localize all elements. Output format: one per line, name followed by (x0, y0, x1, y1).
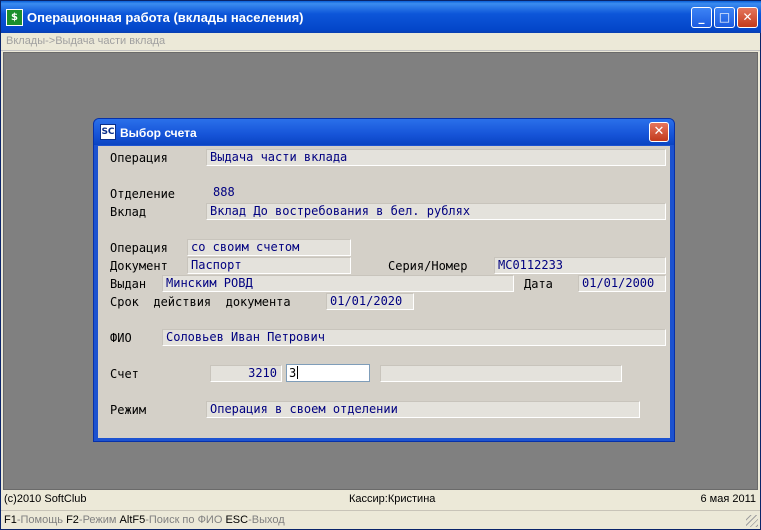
close-button[interactable]: ✕ (737, 7, 758, 28)
document-field: Паспорт (187, 257, 351, 274)
fio-label: ФИО (110, 331, 132, 345)
dialog-body: Операция Выдача части вклада Отделение 8… (98, 146, 670, 438)
account-prefix: 3210 (210, 365, 282, 382)
breadcrumb-bar: Вклады->Выдача части вклада (1, 33, 760, 51)
date-field: 01/01/2000 (578, 275, 666, 292)
hotkey-f1-desc: -Помощь (16, 514, 63, 526)
breadcrumb: Вклады->Выдача части вклада (6, 35, 166, 47)
account-number-input[interactable]: 3 (286, 364, 370, 382)
validity-field: 01/01/2020 (326, 293, 414, 310)
window-title: Операционная работа (вклады населения) (27, 10, 304, 25)
hotkey-bar: F1-Помощь F2-Режим AltF5-Поиск по ФИО ES… (1, 510, 760, 529)
hotkey-altf5[interactable]: AltF5 (120, 514, 146, 526)
date-label: Дата (524, 277, 553, 291)
hotkey-esc-desc: -Выход (248, 514, 285, 526)
dialog-titlebar[interactable]: SC Выбор счета ✕ (94, 119, 674, 145)
issued-field: Минским РОВД (162, 275, 514, 292)
status-date: 6 мая 2011 (700, 493, 756, 505)
operation2-label: Операция (110, 241, 168, 255)
softclub-icon: SC (100, 124, 116, 140)
branch-label: Отделение (110, 187, 176, 201)
status-bar: (c)2010 SoftClub Кассир:Кристина 6 мая 2… (1, 491, 760, 509)
cashier-text: Кассир:Кристина (349, 493, 436, 505)
account-label: Счет (110, 367, 139, 381)
minimize-button[interactable]: _ (691, 7, 712, 28)
hotkey-f1[interactable]: F1 (4, 514, 17, 526)
document-label: Документ (110, 259, 168, 273)
main-window: $ Операционная работа (вклады населения)… (0, 0, 761, 530)
hotkey-esc[interactable]: ESC (225, 514, 248, 526)
resize-grip-icon[interactable] (746, 515, 758, 527)
series-number-label: Серия/Номер (388, 259, 468, 273)
dialog-title: Выбор счета (120, 126, 197, 140)
account-number-value: 3 (289, 366, 297, 380)
app-icon: $ (6, 9, 23, 26)
hotkey-altf5-desc: -Поиск по ФИО (145, 514, 223, 526)
issued-label: Выдан (110, 277, 147, 291)
mode-field[interactable]: Операция в своем отделении (206, 401, 640, 418)
operation-field: Выдача части вклада (206, 149, 666, 166)
validity-label: Срок действия документа (110, 295, 291, 309)
series-number-field: МС0112233 (494, 257, 666, 274)
operation-label: Операция (110, 151, 168, 165)
account-selection-dialog: SC Выбор счета ✕ Операция Выдача части в… (93, 118, 675, 442)
branch-value: 888 (210, 185, 262, 202)
deposit-field: Вклад До востребования в бел. рублях (206, 203, 666, 220)
deposit-label: Вклад (110, 205, 147, 219)
hotkey-f2-desc: -Режим (78, 514, 117, 526)
fio-field: Соловьев Иван Петрович (162, 329, 666, 346)
window-titlebar[interactable]: $ Операционная работа (вклады населения)… (1, 1, 761, 33)
copyright-text: (c)2010 SoftClub (4, 493, 87, 505)
hotkey-f2[interactable]: F2 (66, 514, 79, 526)
operation2-field: со своим счетом (187, 239, 351, 256)
mode-label: Режим (110, 403, 147, 417)
maximize-button[interactable]: □ (714, 7, 735, 28)
account-description-field (380, 365, 622, 382)
dialog-close-button[interactable]: ✕ (649, 122, 669, 142)
text-caret (297, 366, 299, 379)
